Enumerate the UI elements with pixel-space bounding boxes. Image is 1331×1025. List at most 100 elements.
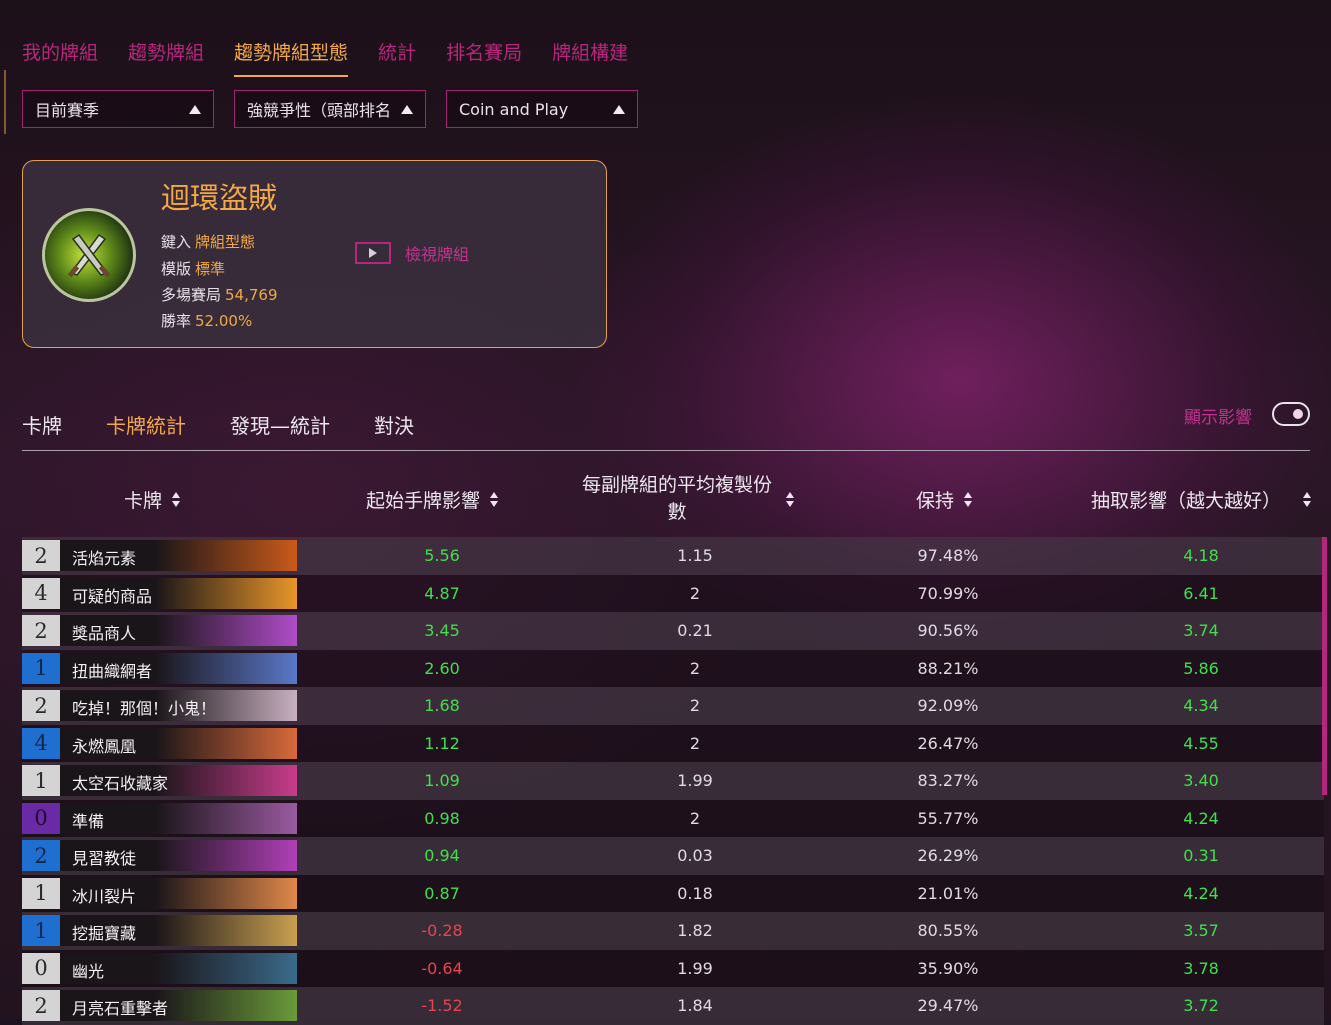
table-row[interactable]: 4 可疑的商品 4.87 2 70.99% 6.41 (22, 574, 1324, 612)
draw-impact: 3.72 (1183, 996, 1219, 1015)
draw-impact: 0.31 (1183, 846, 1219, 865)
table-row[interactable]: 1 冰川裂片 0.87 0.18 21.01% 4.24 (22, 874, 1324, 912)
table-row[interactable]: 0 幽光 -0.64 1.99 35.90% 3.78 (22, 949, 1324, 987)
col-header-card[interactable]: 卡牌 (124, 486, 181, 513)
keep-rate: 83.27% (917, 771, 979, 790)
card-tile[interactable]: 挖掘寶藏 (60, 915, 297, 946)
keep-rate: 70.99% (917, 583, 979, 603)
mulligan-impact: -0.28 (421, 921, 463, 940)
mulligan-impact: 0.87 (424, 883, 460, 903)
mana-cost: 0 (22, 952, 60, 984)
table-row[interactable]: 0 準備 0.98 2 55.77% 4.24 (22, 799, 1324, 837)
table-row[interactable]: 1 挖掘寶藏 -0.28 1.82 80.55% 3.57 (22, 912, 1324, 950)
avg-copies: 2 (689, 583, 701, 603)
meta-value: 52.00% (195, 312, 253, 330)
rank-select-value: 強競爭性（頭部排名 (247, 101, 392, 120)
avg-copies: 0.18 (677, 883, 713, 903)
card-name: 月亮石重擊者 (72, 999, 169, 1018)
meta-value: 標準 (195, 260, 226, 278)
table-row[interactable]: 2 吃掉！那個！小鬼！ 1.68 2 92.09% 4.34 (22, 687, 1324, 725)
table-row[interactable]: 1 扭曲織網者 2.60 2 88.21% 5.86 (22, 649, 1324, 687)
mulligan-impact: 0.98 (424, 808, 460, 828)
table-row[interactable]: 2 見習教徒 0.94 0.03 26.29% 0.31 (22, 837, 1324, 875)
tab-ranked[interactable]: 排名賽局 (446, 38, 522, 77)
mana-cost: 4 (22, 577, 60, 609)
table-row[interactable]: 2 獎品商人 3.45 0.21 90.56% 3.74 (22, 612, 1324, 650)
card-tile[interactable]: 獎品商人 (60, 615, 297, 646)
mulligan-impact: 5.56 (424, 546, 460, 565)
deck-meta-games: 多場賽局 54,769 (161, 284, 278, 305)
tab-stats[interactable]: 統計 (378, 38, 416, 77)
mana-cost: 4 (22, 727, 60, 759)
card-tile[interactable]: 冰川裂片 (60, 877, 297, 909)
toggle-knob (1293, 409, 1303, 419)
deck-meta-type: 鍵入 牌組型態 (161, 231, 255, 252)
col-header-keep[interactable]: 保持 (916, 486, 973, 513)
col-header-draw[interactable]: 抽取影響（越大越好） (1091, 486, 1312, 513)
keep-rate: 92.09% (917, 696, 979, 715)
card-tile[interactable]: 月亮石重擊者 (60, 990, 297, 1021)
mana-cost: 2 (22, 690, 60, 721)
card-name: 挖掘寶藏 (72, 924, 137, 943)
show-impact-label: 顯示影響 (1184, 408, 1252, 428)
tab-trending-decks[interactable]: 趨勢牌組 (128, 38, 204, 77)
coin-select[interactable]: Coin and Play (446, 90, 638, 128)
mulligan-impact: -1.52 (421, 996, 463, 1015)
table-row[interactable]: 2 活焰元素 5.56 1.15 97.48% 4.18 (22, 537, 1324, 575)
table-row[interactable]: 1 太空石收藏家 1.09 1.99 83.27% 3.40 (22, 762, 1324, 800)
mulligan-impact: 0.94 (424, 846, 460, 865)
tab-trending-archetypes[interactable]: 趨勢牌組型態 (234, 38, 349, 77)
table-row[interactable]: 4 永燃鳳凰 1.12 2 26.47% 4.55 (22, 724, 1324, 762)
subtab-discover-stats[interactable]: 發現—統計 (230, 410, 330, 439)
season-select[interactable]: 目前賽季 (22, 90, 214, 128)
col-header-copies[interactable]: 每副牌組的平均複製份 數 (582, 472, 795, 526)
card-name: 扭曲織網者 (72, 661, 153, 681)
deck-summary-card: 迴環盜賊 鍵入 牌組型態 模版 標準 多場賽局 54,769 勝率 52.00% 檢視牌… (22, 160, 607, 348)
avg-copies: 1.82 (677, 921, 713, 940)
meta-label: 模版 (161, 260, 192, 278)
card-tile[interactable]: 永燃鳳凰 (60, 727, 297, 759)
draw-impact: 3.78 (1183, 958, 1219, 978)
card-tile[interactable]: 幽光 (60, 952, 297, 984)
rank-select[interactable]: 強競爭性（頭部排名 (234, 90, 426, 128)
card-tile[interactable]: 活焰元素 (60, 540, 297, 571)
col-header-label: 起始手牌影響 (366, 490, 481, 512)
show-impact-toggle[interactable] (1272, 402, 1310, 426)
keep-rate: 88.21% (917, 658, 979, 678)
mana-cost: 1 (22, 765, 60, 796)
card-tile[interactable]: 扭曲織網者 (60, 652, 297, 684)
keep-rate: 97.48% (917, 546, 979, 565)
card-name: 準備 (72, 811, 105, 831)
card-tile[interactable]: 太空石收藏家 (60, 765, 297, 796)
mana-cost: 1 (22, 915, 60, 946)
tab-my-decks[interactable]: 我的牌組 (22, 38, 98, 77)
divider (22, 450, 1310, 451)
mulligan-impact: 2.60 (424, 658, 460, 678)
avg-copies: 2 (689, 696, 701, 715)
card-tile[interactable]: 吃掉！那個！小鬼！ (60, 690, 297, 721)
col-header-mulligan[interactable]: 起始手牌影響 (366, 486, 499, 513)
keep-rate: 35.90% (917, 958, 979, 978)
subtab-cards[interactable]: 卡牌 (22, 410, 62, 439)
card-tile[interactable]: 見習教徒 (60, 840, 297, 871)
draw-impact: 4.18 (1183, 546, 1219, 565)
scrollbar[interactable] (1322, 537, 1327, 795)
subtab-matchups[interactable]: 對決 (374, 410, 414, 439)
keep-rate: 29.47% (917, 996, 979, 1015)
col-header-label: 抽取影響（越大越好） (1091, 490, 1282, 512)
view-deck-button[interactable]: 檢視牌組 (355, 241, 469, 265)
card-name: 可疑的商品 (72, 586, 153, 606)
card-name: 幽光 (72, 961, 105, 981)
mulligan-impact: 1.12 (424, 733, 460, 753)
tab-deck-builder[interactable]: 牌組構建 (552, 38, 628, 77)
mana-cost: 0 (22, 802, 60, 834)
meta-label: 勝率 (161, 312, 192, 330)
card-tile[interactable]: 準備 (60, 802, 297, 834)
card-tile[interactable]: 可疑的商品 (60, 577, 297, 609)
keep-rate: 80.55% (917, 921, 979, 940)
subtab-card-stats[interactable]: 卡牌統計 (106, 410, 186, 439)
filter-bar: 目前賽季 強競爭性（頭部排名 Coin and Play (22, 90, 638, 128)
mulligan-impact: -0.64 (421, 958, 463, 978)
keep-rate: 55.77% (917, 808, 979, 828)
card-name: 獎品商人 (72, 624, 137, 643)
